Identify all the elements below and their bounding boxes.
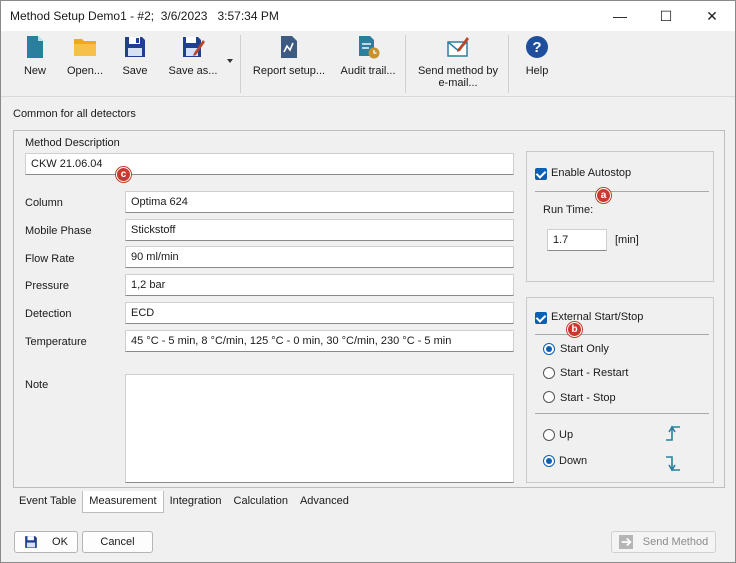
pressure-input[interactable]: 1,2 bar xyxy=(125,274,514,296)
report-setup-icon xyxy=(281,36,297,58)
send-email-label-line2: e-mail... xyxy=(438,77,478,89)
start-only-radio[interactable] xyxy=(543,343,555,355)
callout-marker-c: c xyxy=(116,167,131,182)
save-as-label: Save as... xyxy=(168,65,218,77)
save-as-icon xyxy=(183,37,205,57)
method-description-input[interactable]: CKW 21.06.04 xyxy=(25,153,514,175)
mobile-phase-label: Mobile Phase xyxy=(25,225,92,237)
flow-rate-label: Flow Rate xyxy=(25,253,75,265)
callout-marker-b: b xyxy=(567,322,582,337)
save-label: Save xyxy=(122,65,148,77)
edge-down-label: Down xyxy=(559,455,588,467)
start-only-label: Start Only xyxy=(560,343,609,355)
note-label: Note xyxy=(25,379,49,391)
start-restart-label: Start - Restart xyxy=(560,367,629,379)
flow-rate-input[interactable]: 90 ml/min xyxy=(125,246,514,268)
detection-label: Detection xyxy=(25,308,72,320)
send-icon xyxy=(618,535,633,549)
callout-marker-a: a xyxy=(596,188,611,203)
edge-up-label: Up xyxy=(559,429,574,441)
send-email-button[interactable]: Send method by e-mail... xyxy=(415,35,501,93)
run-time-label: Run Time: xyxy=(543,204,594,216)
enable-autostop-label: Enable Autostop xyxy=(551,167,632,179)
send-email-label-line1: Send method by xyxy=(417,65,499,77)
send-method-button[interactable]: Send Method xyxy=(611,531,716,553)
enable-autostop-checkbox[interactable] xyxy=(535,168,547,180)
save-button[interactable]: Save xyxy=(115,35,155,93)
column-input[interactable]: Optima 624 xyxy=(125,191,514,213)
open-label: Open... xyxy=(66,65,104,77)
ok-label: OK xyxy=(52,536,68,548)
edge-down-radio[interactable] xyxy=(543,455,555,467)
title-bar: Method Setup Demo1 - #2; 3/6/2023 3:57:3… xyxy=(1,1,735,31)
report-setup-button[interactable]: Report setup... xyxy=(251,35,327,93)
send-email-icon xyxy=(447,37,469,57)
edge-up-icon xyxy=(666,425,680,441)
edge-down-icon xyxy=(666,456,680,472)
report-setup-label: Report setup... xyxy=(252,65,326,77)
note-textarea[interactable] xyxy=(125,374,514,483)
help-button[interactable]: ? Help xyxy=(519,35,555,93)
tab-advanced[interactable]: Advanced xyxy=(294,491,355,513)
column-label: Column xyxy=(25,197,63,209)
run-time-input[interactable]: 1.7 xyxy=(547,229,607,251)
save-as-dropdown-caret[interactable] xyxy=(227,59,233,63)
autostop-group: Enable Autostop a Run Time: 1.7 [min] xyxy=(526,151,714,282)
method-description-label: Method Description xyxy=(25,137,120,149)
new-button[interactable]: New xyxy=(15,35,55,93)
mobile-phase-input[interactable]: Stickstoff xyxy=(125,219,514,241)
toolbar-separator xyxy=(240,35,241,93)
tab-integration[interactable]: Integration xyxy=(164,491,228,513)
audit-trail-icon xyxy=(359,36,380,59)
window-title: Method Setup Demo1 - #2; 3/6/2023 3:57:3… xyxy=(10,9,279,23)
new-document-icon xyxy=(27,36,43,58)
start-stop-radio[interactable] xyxy=(543,391,555,403)
maximize-button[interactable]: ☐ xyxy=(643,1,689,31)
autostop-divider xyxy=(535,191,709,192)
detection-input[interactable]: ECD xyxy=(125,302,514,324)
temperature-label: Temperature xyxy=(25,336,87,348)
close-button[interactable]: ✕ xyxy=(689,1,735,31)
send-method-label: Send Method xyxy=(642,536,709,548)
external-start-stop-label: External Start/Stop xyxy=(551,311,644,323)
tab-calculation[interactable]: Calculation xyxy=(228,491,294,513)
tab-strip: Event Table Measurement Integration Calc… xyxy=(13,491,355,513)
pressure-label: Pressure xyxy=(25,280,70,292)
toolbar-separator xyxy=(405,35,406,93)
open-folder-icon xyxy=(74,39,96,56)
minimize-button[interactable]: — xyxy=(597,1,643,31)
start-restart-radio[interactable] xyxy=(543,367,555,379)
help-label: Help xyxy=(525,65,549,77)
open-button[interactable]: Open... xyxy=(61,35,109,93)
save-as-button[interactable]: Save as... xyxy=(165,35,221,93)
temperature-input[interactable]: 45 °C - 5 min, 8 °C/min, 125 °C - 0 min,… xyxy=(125,330,514,352)
save-icon xyxy=(25,536,37,548)
new-label: New xyxy=(23,65,46,77)
help-icon: ? xyxy=(526,36,548,58)
section-title: Common for all detectors xyxy=(13,108,136,120)
external-start-stop-group: External Start/Stop b Start Only Start -… xyxy=(526,297,714,483)
svg-text:?: ? xyxy=(532,39,541,56)
edge-up-radio[interactable] xyxy=(543,429,555,441)
cancel-label: Cancel xyxy=(100,536,135,548)
toolbar-separator xyxy=(508,35,509,93)
audit-trail-label: Audit trail... xyxy=(340,65,396,77)
toolbar: New Open... Save Save as... Report setup… xyxy=(1,31,735,97)
run-time-unit: [min] xyxy=(615,234,639,246)
external-start-stop-checkbox[interactable] xyxy=(535,312,547,324)
audit-trail-button[interactable]: Audit trail... xyxy=(337,35,399,93)
cancel-button[interactable]: Cancel xyxy=(82,531,153,553)
start-stop-label: Start - Stop xyxy=(560,392,616,404)
tab-event-table[interactable]: Event Table xyxy=(13,491,82,513)
save-icon xyxy=(125,37,145,57)
tab-measurement[interactable]: Measurement xyxy=(82,491,164,513)
method-setup-window: Method Setup Demo1 - #2; 3/6/2023 3:57:3… xyxy=(0,0,736,563)
external-divider xyxy=(535,334,709,335)
measurement-panel: Method Description CKW 21.06.04 c Column… xyxy=(13,130,725,488)
edge-divider xyxy=(535,413,709,414)
ok-button[interactable]: OK xyxy=(14,531,78,553)
